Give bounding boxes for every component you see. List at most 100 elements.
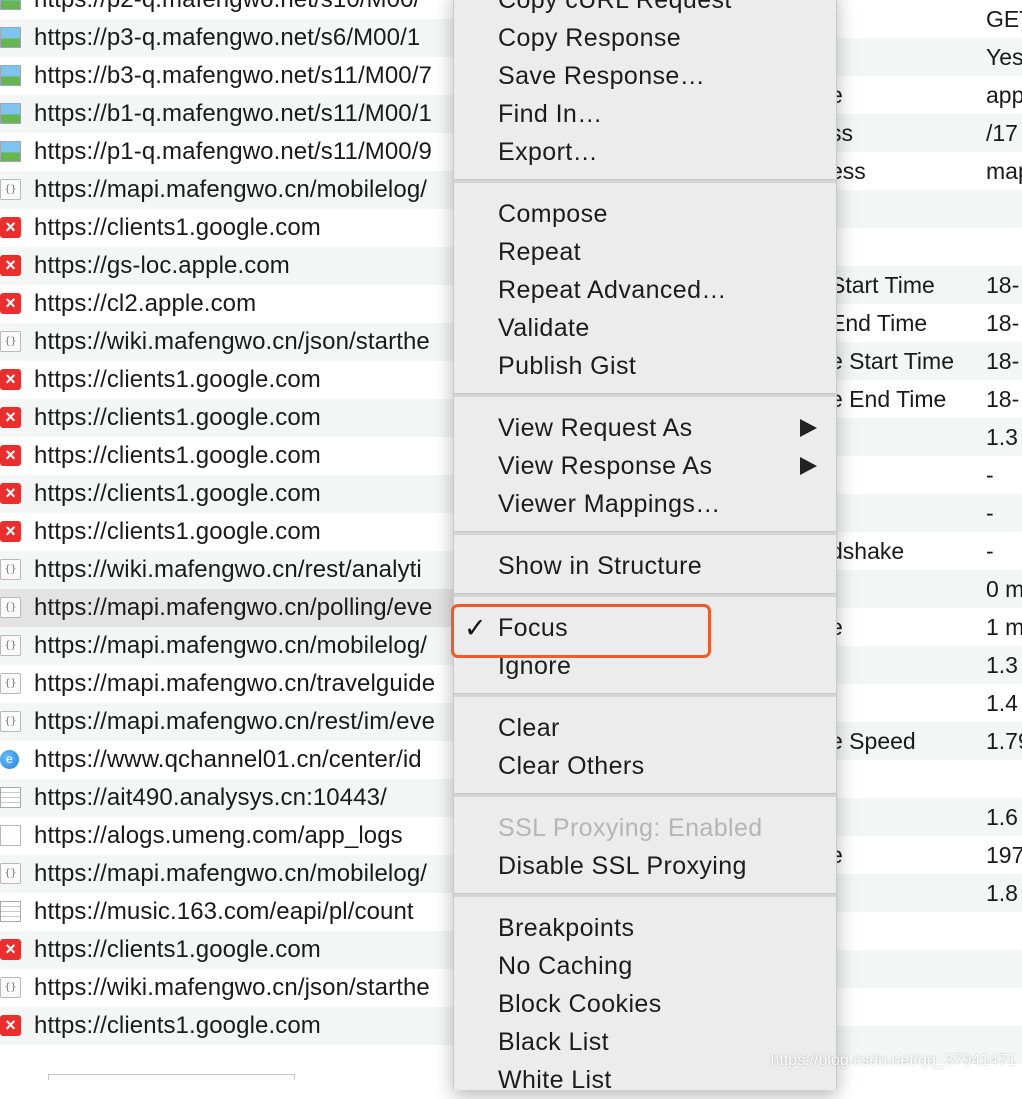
image-icon (0, 141, 21, 162)
detail-key: e Start Time (830, 348, 954, 374)
request-url: https://clients1.google.com (34, 404, 321, 431)
request-url: https://wiki.mafengwo.cn/json/starthe (34, 974, 430, 1001)
request-row[interactable]: {} https://mapi.mafengwo.cn/polling/eve (0, 589, 470, 627)
request-row[interactable]: https://p1-q.mafengwo.net/s11/M00/9 (0, 133, 470, 171)
request-row[interactable]: × https://clients1.google.com (0, 475, 470, 513)
submenu-arrow-icon (800, 419, 817, 437)
menu-item-compose[interactable]: Compose (498, 195, 608, 233)
request-url: https://www.qchannel01.cn/center/id (34, 746, 422, 773)
detail-value: 1.4 (986, 690, 1018, 716)
request-row[interactable]: × https://clients1.google.com (0, 931, 470, 969)
web-icon: e (0, 750, 19, 769)
detail-value: 1.3 (986, 424, 1018, 450)
request-row[interactable]: × https://clients1.google.com (0, 209, 470, 247)
request-row[interactable]: × https://clients1.google.com (0, 437, 470, 475)
menu-item-view-response-as[interactable]: View Response As (498, 447, 712, 485)
menu-item-show-in-structure[interactable]: Show in Structure (498, 547, 702, 585)
request-row[interactable]: {} https://mapi.mafengwo.cn/rest/im/eve (0, 703, 470, 741)
error-icon: × (0, 407, 21, 428)
detail-value: Yes (986, 44, 1022, 70)
menu-separator (454, 531, 836, 535)
request-row[interactable]: × https://cl2.apple.com (0, 285, 470, 323)
image-icon (0, 27, 21, 48)
request-url: https://ait490.analysys.cn:10443/ (34, 784, 387, 811)
request-list[interactable]: https://p2-q.mafengwo.net/s10/M00/https:… (0, 0, 470, 1045)
menu-item-find-in[interactable]: Find In… (498, 95, 603, 133)
menu-item-clear[interactable]: Clear (498, 709, 560, 747)
menu-item-breakpoints[interactable]: Breakpoints (498, 909, 634, 947)
json-icon: {} (0, 711, 21, 732)
request-row[interactable]: {} https://mapi.mafengwo.cn/mobilelog/ (0, 627, 470, 665)
image-icon (0, 0, 21, 10)
menu-separator (454, 593, 836, 597)
menu-item-repeat[interactable]: Repeat (498, 233, 581, 271)
menu-item-copy-curl-request[interactable]: Copy cURL Request (498, 0, 732, 19)
menu-item-no-caching[interactable]: No Caching (498, 947, 633, 985)
request-url: https://mapi.mafengwo.cn/mobilelog/ (34, 632, 428, 659)
document-icon (0, 787, 21, 808)
detail-key: dshake (830, 538, 905, 564)
request-row[interactable]: e https://www.qchannel01.cn/center/id (0, 741, 470, 779)
request-row[interactable]: × https://clients1.google.com (0, 513, 470, 551)
menu-item-view-request-as[interactable]: View Request As (498, 409, 693, 447)
menu-separator (454, 179, 836, 183)
request-url: https://mapi.mafengwo.cn/mobilelog/ (34, 176, 428, 203)
request-row[interactable]: https://ait490.analysys.cn:10443/ (0, 779, 470, 817)
request-row[interactable]: https://music.163.com/eapi/pl/count (0, 893, 470, 931)
request-row[interactable]: × https://clients1.google.com (0, 399, 470, 437)
menu-item-ssl-proxying-enabled: SSL Proxying: Enabled (498, 814, 763, 842)
request-row[interactable]: https://p2-q.mafengwo.net/s10/M00/ (0, 0, 470, 19)
request-row[interactable]: {} https://mapi.mafengwo.cn/mobilelog/ (0, 855, 470, 893)
menu-item-black-list[interactable]: Black List (498, 1023, 609, 1061)
image-icon (0, 65, 21, 86)
request-url: https://mapi.mafengwo.cn/travelguide (34, 670, 436, 697)
request-url: https://music.163.com/eapi/pl/count (34, 898, 414, 925)
request-url: https://b1-q.mafengwo.net/s11/M00/1 (34, 100, 432, 127)
request-row[interactable]: {} https://wiki.mafengwo.cn/rest/analyti (0, 551, 470, 589)
request-row[interactable]: × https://gs-loc.apple.com (0, 247, 470, 285)
menu-item-copy-response[interactable]: Copy Response (498, 19, 681, 57)
menu-item-validate[interactable]: Validate (498, 309, 590, 347)
detail-key: Start Time (830, 272, 935, 298)
error-icon: × (0, 255, 21, 276)
detail-value: 1.6 (986, 804, 1018, 830)
request-url: https://wiki.mafengwo.cn/json/starthe (34, 328, 430, 355)
horizontal-scrollbar[interactable] (48, 1074, 295, 1080)
detail-key: e End Time (830, 386, 947, 412)
menu-item-save-response[interactable]: Save Response… (498, 57, 705, 95)
json-icon: {} (0, 597, 21, 618)
request-row[interactable]: https://p3-q.mafengwo.net/s6/M00/1 (0, 19, 470, 57)
detail-value: map (986, 158, 1022, 184)
error-icon: × (0, 369, 21, 390)
menu-item-export[interactable]: Export… (498, 133, 598, 171)
request-url: https://mapi.mafengwo.cn/polling/eve (34, 594, 433, 621)
detail-key: e Speed (830, 728, 916, 754)
menu-item-disable-ssl-proxying[interactable]: Disable SSL Proxying (498, 847, 747, 885)
request-row[interactable]: https://b1-q.mafengwo.net/s11/M00/1 (0, 95, 470, 133)
request-url: https://clients1.google.com (34, 1012, 321, 1039)
request-url: https://p2-q.mafengwo.net/s10/M00/ (34, 0, 420, 13)
request-row[interactable]: × https://clients1.google.com (0, 361, 470, 399)
menu-separator (454, 693, 836, 697)
menu-item-clear-others[interactable]: Clear Others (498, 747, 645, 785)
request-row[interactable]: {} https://wiki.mafengwo.cn/json/starthe (0, 323, 470, 361)
detail-value: 0 m (986, 576, 1022, 602)
menu-item-viewer-mappings[interactable]: Viewer Mappings… (498, 485, 721, 523)
request-url: https://alogs.umeng.com/app_logs (34, 822, 403, 849)
detail-value: GET (986, 6, 1022, 32)
request-row[interactable]: {} https://mapi.mafengwo.cn/mobilelog/ (0, 171, 470, 209)
json-icon: {} (0, 863, 21, 884)
menu-item-repeat-advanced[interactable]: Repeat Advanced… (498, 271, 727, 309)
request-url: https://mapi.mafengwo.cn/rest/im/eve (34, 708, 436, 735)
detail-value: 1.8 (986, 880, 1018, 906)
menu-item-block-cookies[interactable]: Block Cookies (498, 985, 662, 1023)
menu-item-white-list[interactable]: White List (498, 1061, 612, 1099)
request-row[interactable]: × https://clients1.google.com (0, 1007, 470, 1045)
request-row[interactable]: https://alogs.umeng.com/app_logs (0, 817, 470, 855)
request-row[interactable]: https://b3-q.mafengwo.net/s11/M00/7 (0, 57, 470, 95)
request-row[interactable]: {} https://wiki.mafengwo.cn/json/starthe (0, 969, 470, 1007)
menu-item-publish-gist[interactable]: Publish Gist (498, 347, 636, 385)
request-row[interactable]: {} https://mapi.mafengwo.cn/travelguide (0, 665, 470, 703)
context-menu[interactable]: Copy cURL Request Copy Response Save Respo… (453, 0, 837, 1094)
error-icon: × (0, 483, 21, 504)
